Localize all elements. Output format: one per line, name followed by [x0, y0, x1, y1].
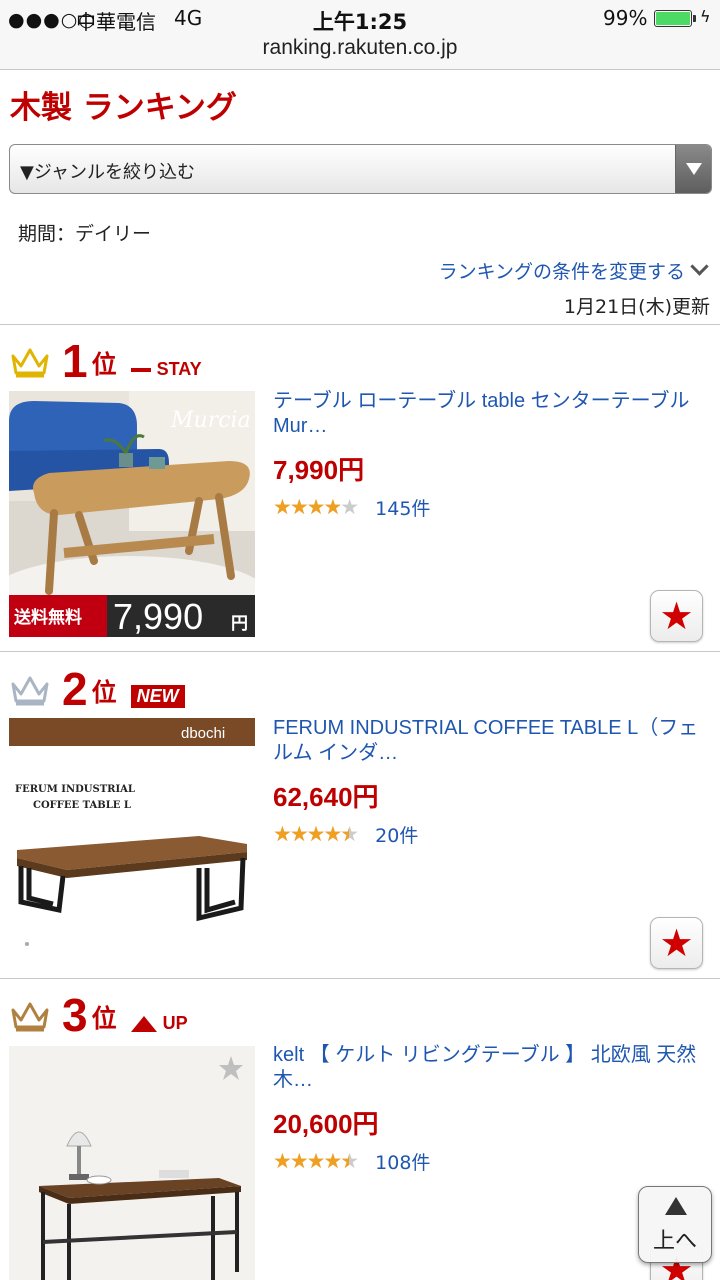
updated-date: 1月21日(木)更新: [563, 296, 710, 318]
battery-tip: [693, 15, 696, 22]
rank-header-1: 1 位 STAY: [10, 330, 202, 384]
trend-label: STAY: [156, 359, 202, 379]
change-conditions-label: ランキングの条件を変更する: [438, 261, 685, 283]
thumb-brand-text: dbochi: [181, 725, 225, 742]
thumb-brand-text: Murcia: [170, 408, 251, 433]
genre-filter-label: ▼ジャンルを絞り込む: [20, 162, 195, 183]
favorite-star-button[interactable]: ★: [650, 590, 703, 642]
arrow-up-icon: [665, 1197, 687, 1215]
rating-stars-icon: ★★★★★ ★★★★★: [273, 495, 359, 519]
thumb-caption-1: FERUM INDUSTRIAL: [15, 784, 135, 795]
crown-silver-icon: [11, 676, 49, 706]
product-image-2[interactable]: dbochi FERUM INDUSTRIAL COFFEE TABLE L: [9, 718, 255, 964]
product-rating: ★★★★★ ★★★★★ 108件: [273, 1148, 430, 1175]
rank-trend-stay: STAY: [130, 359, 202, 380]
rank-suffix: 位: [91, 350, 117, 379]
product-rating: ★★★★★ ★★★★★ 145件: [273, 494, 430, 521]
thumb-price-unit: 円: [231, 614, 248, 634]
product-rating: ★★★★★ ★★★★★ 20件: [273, 821, 418, 848]
review-count-link[interactable]: 108件: [375, 1148, 430, 1175]
product-image-3[interactable]: [9, 1046, 255, 1280]
thumb-caption-2: COFFEE TABLE L: [33, 800, 131, 811]
battery-percent: 99%: [603, 6, 648, 30]
review-count-link[interactable]: 145件: [375, 494, 430, 521]
browser-status-bar: ●●●○○ 中華電信 4G 上午1:25 99% ϟ ranking.rakut…: [0, 0, 720, 70]
divider: [0, 324, 720, 325]
rank-number: 3: [62, 989, 88, 1041]
rank-number: 1: [62, 335, 88, 387]
thumb-price: 7,990: [113, 596, 203, 637]
charging-bolt-icon: ϟ: [700, 7, 711, 26]
product-title-link[interactable]: テーブル ローテーブル table センターテーブル Mur…: [273, 389, 708, 439]
back-to-top-button[interactable]: 上へ: [638, 1186, 712, 1263]
product-title-link[interactable]: FERUM INDUSTRIAL COFFEE TABLE L（フェルム インダ…: [273, 716, 708, 766]
favorite-star-button[interactable]: ★: [650, 917, 703, 969]
rank-header-2: 2 位 NEW: [10, 658, 185, 712]
product-price: 7,990円: [273, 455, 365, 485]
divider: [0, 978, 720, 979]
divider: [0, 651, 720, 652]
stay-dash-icon: [130, 367, 151, 372]
page-title: 木製 ランキング: [10, 90, 237, 126]
rating-stars-icon: ★★★★★ ★★★★★: [273, 822, 359, 846]
product-price: 20,600円: [273, 1109, 379, 1139]
rank-suffix: 位: [91, 1004, 117, 1033]
rank-suffix: 位: [91, 678, 117, 707]
up-arrow-icon: [130, 1015, 157, 1032]
product-image-1[interactable]: Murcia 送料無料 7,990 円: [9, 391, 255, 637]
crown-bronze-icon: [11, 1002, 49, 1032]
review-count-link[interactable]: 20件: [375, 821, 418, 848]
dropdown-arrow-icon[interactable]: [675, 145, 711, 193]
rank-trend-new: NEW: [130, 685, 185, 708]
rank-number: 2: [62, 663, 88, 715]
new-badge: NEW: [130, 685, 185, 708]
back-to-top-label: 上へ: [652, 1229, 697, 1254]
change-conditions-link[interactable]: ランキングの条件を変更する: [439, 257, 710, 284]
period-label: 期間：デイリー: [18, 223, 152, 245]
product-title-link[interactable]: kelt 【 ケルト リビングテーブル 】 北欧風 天然木…: [273, 1043, 708, 1093]
rank-trend-up: UP: [130, 1013, 188, 1034]
trend-label: UP: [162, 1013, 188, 1033]
battery-icon: [654, 10, 692, 27]
rank-header-3: 3 位 UP: [10, 984, 188, 1038]
genre-filter-select[interactable]: ▼ジャンルを絞り込む: [9, 144, 712, 194]
product-price: 62,640円: [273, 782, 379, 812]
url-bar[interactable]: ranking.rakuten.co.jp: [0, 36, 720, 60]
crown-gold-icon: [11, 348, 49, 378]
thumb-shipping-badge: 送料無料: [14, 607, 82, 628]
rating-stars-icon: ★★★★★ ★★★★★: [273, 1149, 359, 1173]
chevron-down-icon: [690, 257, 709, 276]
